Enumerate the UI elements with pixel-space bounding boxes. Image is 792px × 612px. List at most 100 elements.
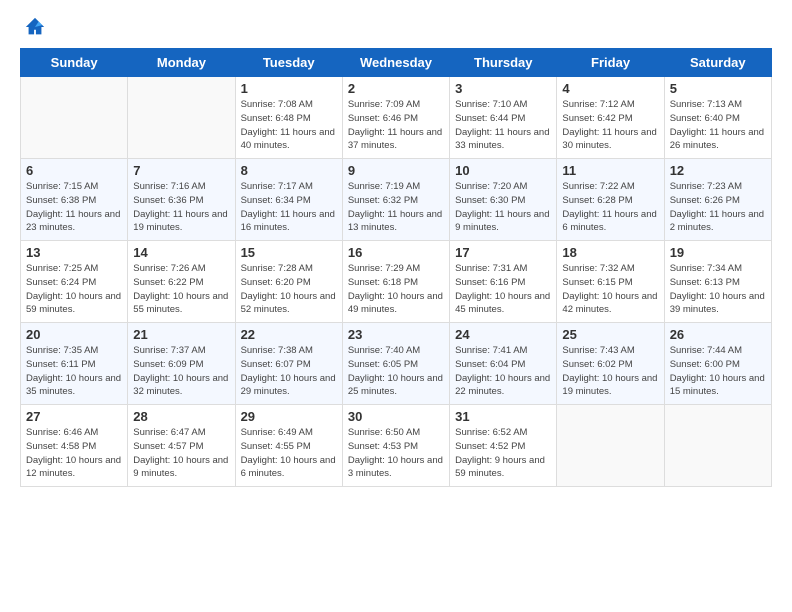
week-row-2: 6 Sunrise: 7:15 AMSunset: 6:38 PMDaylight… — [21, 159, 772, 241]
day-info: Sunrise: 7:44 AMSunset: 6:00 PMDaylight:… — [670, 344, 766, 399]
calendar-table: SundayMondayTuesdayWednesdayThursdayFrid… — [20, 48, 772, 487]
day-info: Sunrise: 7:34 AMSunset: 6:13 PMDaylight:… — [670, 262, 766, 317]
day-number: 6 — [26, 163, 122, 178]
day-number: 30 — [348, 409, 444, 424]
calendar-cell: 2 Sunrise: 7:09 AMSunset: 6:46 PMDaylight… — [342, 77, 449, 159]
calendar-cell: 29 Sunrise: 6:49 AMSunset: 4:55 PMDayligh… — [235, 405, 342, 487]
day-number: 12 — [670, 163, 766, 178]
calendar-cell: 17 Sunrise: 7:31 AMSunset: 6:16 PMDayligh… — [450, 241, 557, 323]
day-number: 15 — [241, 245, 337, 260]
day-info: Sunrise: 7:13 AMSunset: 6:40 PMDaylight:… — [670, 98, 766, 153]
calendar-cell: 31 Sunrise: 6:52 AMSunset: 4:52 PMDayligh… — [450, 405, 557, 487]
day-header-saturday: Saturday — [664, 49, 771, 77]
day-number: 25 — [562, 327, 658, 342]
day-number: 16 — [348, 245, 444, 260]
day-number: 18 — [562, 245, 658, 260]
day-header-tuesday: Tuesday — [235, 49, 342, 77]
calendar-cell — [128, 77, 235, 159]
calendar-cell: 26Sunrise: 7:44 AMSunset: 6:00 PMDayligh… — [664, 323, 771, 405]
calendar-cell: 28 Sunrise: 6:47 AMSunset: 4:57 PMDayligh… — [128, 405, 235, 487]
page-header — [20, 16, 772, 38]
days-header-row: SundayMondayTuesdayWednesdayThursdayFrid… — [21, 49, 772, 77]
calendar-cell: 25 Sunrise: 7:43 AMSunset: 6:02 PMDayligh… — [557, 323, 664, 405]
day-number: 28 — [133, 409, 229, 424]
day-info: Sunrise: 7:08 AMSunset: 6:48 PMDaylight:… — [241, 98, 337, 153]
day-number: 19 — [670, 245, 766, 260]
day-info: Sunrise: 7:41 AMSunset: 6:04 PMDaylight:… — [455, 344, 551, 399]
day-number: 11 — [562, 163, 658, 178]
calendar-cell: 24Sunrise: 7:41 AMSunset: 6:04 PMDayligh… — [450, 323, 557, 405]
calendar-cell: 14Sunrise: 7:26 AMSunset: 6:22 PMDayligh… — [128, 241, 235, 323]
day-info: Sunrise: 6:52 AMSunset: 4:52 PMDaylight:… — [455, 426, 551, 481]
week-row-1: 1 Sunrise: 7:08 AMSunset: 6:48 PMDaylight… — [21, 77, 772, 159]
calendar-cell: 16 Sunrise: 7:29 AMSunset: 6:18 PMDayligh… — [342, 241, 449, 323]
day-number: 29 — [241, 409, 337, 424]
day-info: Sunrise: 6:46 AMSunset: 4:58 PMDaylight:… — [26, 426, 122, 481]
day-info: Sunrise: 7:38 AMSunset: 6:07 PMDaylight:… — [241, 344, 337, 399]
day-number: 5 — [670, 81, 766, 96]
calendar-cell: 3Sunrise: 7:10 AMSunset: 6:44 PMDaylight… — [450, 77, 557, 159]
calendar-cell: 23 Sunrise: 7:40 AMSunset: 6:05 PMDayligh… — [342, 323, 449, 405]
day-number: 13 — [26, 245, 122, 260]
calendar-cell: 7 Sunrise: 7:16 AMSunset: 6:36 PMDaylight… — [128, 159, 235, 241]
calendar-cell: 12Sunrise: 7:23 AMSunset: 6:26 PMDayligh… — [664, 159, 771, 241]
day-info: Sunrise: 7:35 AMSunset: 6:11 PMDaylight:… — [26, 344, 122, 399]
day-info: Sunrise: 7:20 AMSunset: 6:30 PMDaylight:… — [455, 180, 551, 235]
day-info: Sunrise: 7:15 AMSunset: 6:38 PMDaylight:… — [26, 180, 122, 235]
day-info: Sunrise: 7:19 AMSunset: 6:32 PMDaylight:… — [348, 180, 444, 235]
calendar-cell: 8 Sunrise: 7:17 AMSunset: 6:34 PMDaylight… — [235, 159, 342, 241]
calendar-cell: 9Sunrise: 7:19 AMSunset: 6:32 PMDaylight… — [342, 159, 449, 241]
day-info: Sunrise: 6:50 AMSunset: 4:53 PMDaylight:… — [348, 426, 444, 481]
day-number: 4 — [562, 81, 658, 96]
calendar-cell: 1 Sunrise: 7:08 AMSunset: 6:48 PMDaylight… — [235, 77, 342, 159]
day-number: 10 — [455, 163, 551, 178]
day-info: Sunrise: 7:43 AMSunset: 6:02 PMDaylight:… — [562, 344, 658, 399]
logo — [20, 16, 46, 38]
calendar-cell — [21, 77, 128, 159]
week-row-3: 13 Sunrise: 7:25 AMSunset: 6:24 PMDayligh… — [21, 241, 772, 323]
day-header-wednesday: Wednesday — [342, 49, 449, 77]
day-number: 7 — [133, 163, 229, 178]
day-number: 2 — [348, 81, 444, 96]
day-info: Sunrise: 7:32 AMSunset: 6:15 PMDaylight:… — [562, 262, 658, 317]
calendar-cell: 22Sunrise: 7:38 AMSunset: 6:07 PMDayligh… — [235, 323, 342, 405]
day-number: 8 — [241, 163, 337, 178]
day-number: 17 — [455, 245, 551, 260]
calendar-cell: 18 Sunrise: 7:32 AMSunset: 6:15 PMDayligh… — [557, 241, 664, 323]
day-info: Sunrise: 7:28 AMSunset: 6:20 PMDaylight:… — [241, 262, 337, 317]
day-info: Sunrise: 7:40 AMSunset: 6:05 PMDaylight:… — [348, 344, 444, 399]
day-header-friday: Friday — [557, 49, 664, 77]
calendar-cell: 4Sunrise: 7:12 AMSunset: 6:42 PMDaylight… — [557, 77, 664, 159]
logo-icon — [24, 16, 46, 38]
week-row-4: 20 Sunrise: 7:35 AMSunset: 6:11 PMDayligh… — [21, 323, 772, 405]
calendar-cell: 6 Sunrise: 7:15 AMSunset: 6:38 PMDaylight… — [21, 159, 128, 241]
day-info: Sunrise: 6:47 AMSunset: 4:57 PMDaylight:… — [133, 426, 229, 481]
day-info: Sunrise: 7:37 AMSunset: 6:09 PMDaylight:… — [133, 344, 229, 399]
day-info: Sunrise: 7:17 AMSunset: 6:34 PMDaylight:… — [241, 180, 337, 235]
calendar-cell: 15 Sunrise: 7:28 AMSunset: 6:20 PMDayligh… — [235, 241, 342, 323]
day-info: Sunrise: 7:31 AMSunset: 6:16 PMDaylight:… — [455, 262, 551, 317]
day-number: 23 — [348, 327, 444, 342]
day-info: Sunrise: 7:22 AMSunset: 6:28 PMDaylight:… — [562, 180, 658, 235]
day-header-thursday: Thursday — [450, 49, 557, 77]
day-header-sunday: Sunday — [21, 49, 128, 77]
day-info: Sunrise: 6:49 AMSunset: 4:55 PMDaylight:… — [241, 426, 337, 481]
day-info: Sunrise: 7:29 AMSunset: 6:18 PMDaylight:… — [348, 262, 444, 317]
day-number: 27 — [26, 409, 122, 424]
day-header-monday: Monday — [128, 49, 235, 77]
week-row-5: 27 Sunrise: 6:46 AMSunset: 4:58 PMDayligh… — [21, 405, 772, 487]
day-info: Sunrise: 7:16 AMSunset: 6:36 PMDaylight:… — [133, 180, 229, 235]
day-info: Sunrise: 7:09 AMSunset: 6:46 PMDaylight:… — [348, 98, 444, 153]
day-info: Sunrise: 7:10 AMSunset: 6:44 PMDaylight:… — [455, 98, 551, 153]
day-number: 1 — [241, 81, 337, 96]
calendar-cell: 30 Sunrise: 6:50 AMSunset: 4:53 PMDayligh… — [342, 405, 449, 487]
day-info: Sunrise: 7:25 AMSunset: 6:24 PMDaylight:… — [26, 262, 122, 317]
calendar-cell: 11 Sunrise: 7:22 AMSunset: 6:28 PMDayligh… — [557, 159, 664, 241]
calendar-cell: 21Sunrise: 7:37 AMSunset: 6:09 PMDayligh… — [128, 323, 235, 405]
calendar-cell: 10 Sunrise: 7:20 AMSunset: 6:30 PMDayligh… — [450, 159, 557, 241]
day-number: 20 — [26, 327, 122, 342]
calendar-cell: 5 Sunrise: 7:13 AMSunset: 6:40 PMDaylight… — [664, 77, 771, 159]
calendar-cell — [557, 405, 664, 487]
day-number: 31 — [455, 409, 551, 424]
day-info: Sunrise: 7:26 AMSunset: 6:22 PMDaylight:… — [133, 262, 229, 317]
